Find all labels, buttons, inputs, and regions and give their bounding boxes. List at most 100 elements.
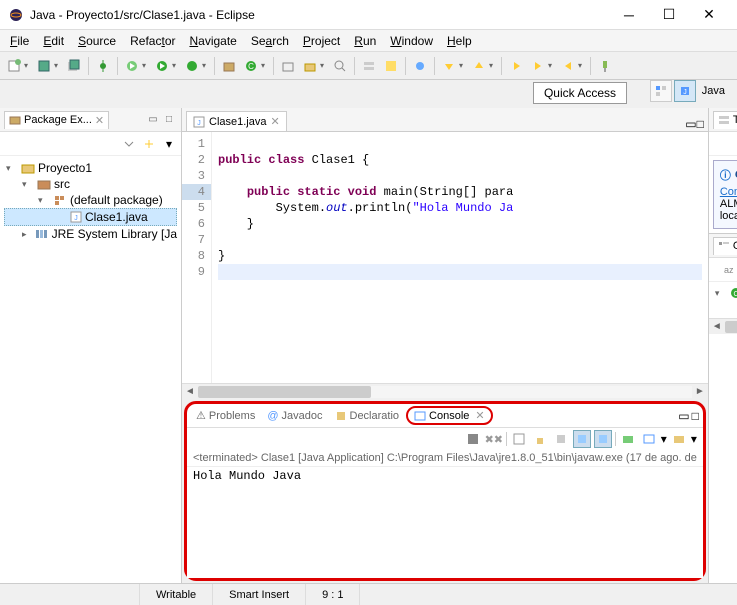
package-node[interactable]: ▾(default package)	[4, 192, 177, 208]
new-console-dropdown[interactable]: ▾	[691, 432, 697, 446]
coverage-dropdown[interactable]: ▾	[202, 61, 210, 70]
view-minimize-button[interactable]: ▭	[678, 409, 689, 423]
forward-dropdown[interactable]: ▾	[578, 61, 586, 70]
open-perspective-button[interactable]	[650, 80, 672, 102]
open-type-button[interactable]	[278, 56, 298, 76]
declaration-tab[interactable]: Declaratio	[330, 408, 405, 424]
open-task-button[interactable]	[300, 56, 320, 76]
file-node[interactable]: JClase1.java	[4, 208, 177, 226]
menu-source[interactable]: Source	[72, 32, 122, 50]
close-tab-icon[interactable]: ✕	[95, 114, 104, 127]
menu-refactor[interactable]: Refactor	[124, 32, 181, 50]
pin-console-button[interactable]	[552, 430, 570, 448]
outline-class-node[interactable]: ▾CClase1	[713, 286, 737, 300]
new-dropdown[interactable]: ▾	[24, 61, 32, 70]
sort-button[interactable]: az	[720, 262, 736, 278]
new-class-dropdown[interactable]: ▾	[261, 61, 269, 70]
console-output[interactable]: Hola Mundo Java	[187, 467, 703, 578]
next-annotation-button[interactable]	[439, 56, 459, 76]
run-button[interactable]	[152, 56, 172, 76]
package-label: (default package)	[70, 193, 163, 207]
editor-hscroll[interactable]: ◄ ►	[182, 383, 708, 399]
search-button[interactable]	[330, 56, 350, 76]
menu-window[interactable]: Window	[384, 32, 439, 50]
console-tab[interactable]: Console✕	[406, 406, 493, 425]
menu-edit[interactable]: Edit	[37, 32, 70, 50]
minimize-view-button[interactable]: ▭	[145, 112, 161, 128]
last-edit-button[interactable]	[506, 56, 526, 76]
connect-link[interactable]: Connect	[720, 186, 737, 198]
debug-button[interactable]	[122, 56, 142, 76]
toggle-mark-button[interactable]	[381, 56, 401, 76]
editor-maximize-button[interactable]: □	[697, 117, 704, 131]
collapse-all-button[interactable]	[121, 136, 137, 152]
minimize-button[interactable]: ─	[609, 1, 649, 29]
new-console-button[interactable]	[670, 430, 688, 448]
tasklist-tab[interactable]: Task List ✕	[713, 111, 737, 129]
terminate-button[interactable]	[464, 430, 482, 448]
new-package-button[interactable]	[219, 56, 239, 76]
maximize-button[interactable]: ☐	[649, 1, 689, 29]
src-node[interactable]: ▾src	[4, 176, 177, 192]
display-console-button[interactable]	[640, 430, 658, 448]
editor-minimize-button[interactable]: ▭	[685, 117, 696, 131]
debug-dropdown[interactable]: ▾	[142, 61, 150, 70]
display-dropdown[interactable]: ▾	[661, 432, 667, 446]
toggle-breadcrumb-button[interactable]	[359, 56, 379, 76]
console-output-text: Hola Mundo Java	[193, 469, 301, 483]
editor-tab[interactable]: J Clase1.java ✕	[186, 111, 287, 131]
close-tab-icon[interactable]: ✕	[270, 115, 279, 128]
skip-breakpoints-button[interactable]	[410, 56, 430, 76]
menu-help[interactable]: Help	[441, 32, 478, 50]
outline-tab[interactable]: Outline ✕	[713, 237, 737, 255]
open-task-dropdown[interactable]: ▾	[320, 61, 328, 70]
remove-launch-button[interactable]: ✖✖	[485, 430, 503, 448]
scroll-lock-button[interactable]	[531, 430, 549, 448]
scroll-left-button[interactable]: ◄	[709, 321, 725, 332]
package-explorer-tab[interactable]: Package Ex... ✕	[4, 111, 109, 129]
save-dropdown[interactable]: ▾	[54, 61, 62, 70]
new-button[interactable]	[4, 56, 24, 76]
problems-tab[interactable]: ⚠Problems	[191, 407, 260, 424]
scroll-right-button[interactable]: ►	[692, 386, 708, 397]
view-maximize-button[interactable]: □	[692, 409, 699, 423]
view-menu-button[interactable]: ▾	[161, 136, 177, 152]
back-button[interactable]	[528, 56, 548, 76]
new-class-button[interactable]: C	[241, 56, 261, 76]
show-output-button[interactable]	[594, 430, 612, 448]
open-console-button[interactable]	[619, 430, 637, 448]
code-editor[interactable]: 1 2 3 4 5 6 7 8 9 public class Clase1 { …	[182, 132, 708, 383]
close-tab-icon[interactable]: ✕	[475, 409, 484, 422]
show-console-button[interactable]	[573, 430, 591, 448]
pin-editor-button[interactable]	[595, 56, 615, 76]
java-perspective-button[interactable]: J	[674, 80, 696, 102]
back-dropdown[interactable]: ▾	[548, 61, 556, 70]
javadoc-tab[interactable]: @Javadoc	[262, 408, 327, 424]
jre-node[interactable]: ▸JRE System Library [Ja	[4, 226, 177, 242]
close-button[interactable]: ✕	[689, 1, 729, 29]
quick-access[interactable]: Quick Access	[533, 82, 627, 104]
link-editor-button[interactable]	[141, 136, 157, 152]
menu-run[interactable]: Run	[348, 32, 382, 50]
coverage-button[interactable]	[182, 56, 202, 76]
clear-console-button[interactable]	[510, 430, 528, 448]
package-explorer-tree[interactable]: ▾Proyecto1 ▾src ▾(default package) JClas…	[0, 156, 181, 583]
menu-project[interactable]: Project	[297, 32, 346, 50]
outline-hscroll[interactable]: ◄ ►	[709, 318, 737, 334]
menu-search[interactable]: Search	[245, 32, 295, 50]
code-area[interactable]: public class Clase1 { public static void…	[212, 132, 708, 383]
save-all-button[interactable]	[64, 56, 84, 76]
forward-button[interactable]	[558, 56, 578, 76]
debug-tool-button[interactable]	[93, 56, 113, 76]
prev-dropdown[interactable]: ▾	[489, 61, 497, 70]
save-button[interactable]	[34, 56, 54, 76]
outline-method-node[interactable]: Smain(String[]) : vo	[713, 300, 737, 314]
scroll-left-button[interactable]: ◄	[182, 386, 198, 397]
maximize-view-button[interactable]: □	[161, 112, 177, 128]
menu-file[interactable]: File	[4, 32, 35, 50]
run-dropdown[interactable]: ▾	[172, 61, 180, 70]
prev-annotation-button[interactable]	[469, 56, 489, 76]
project-node[interactable]: ▾Proyecto1	[4, 160, 177, 176]
menu-navigate[interactable]: Navigate	[183, 32, 242, 50]
next-dropdown[interactable]: ▾	[459, 61, 467, 70]
